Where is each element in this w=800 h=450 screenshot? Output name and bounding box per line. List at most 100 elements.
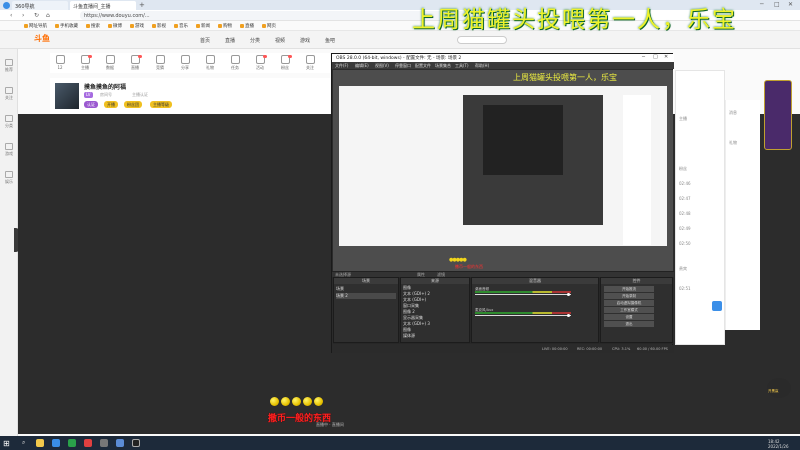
site-nav-item[interactable]: 分类 xyxy=(250,37,260,44)
bookmark-item[interactable]: 游戏 xyxy=(130,23,144,29)
bookmark-item[interactable]: 直播 xyxy=(240,23,254,29)
back-button[interactable]: ‹ xyxy=(10,12,12,19)
preview-overlay-title: 上周猫罐头投喂第一人，乐宝 xyxy=(513,73,617,82)
bookmark-item[interactable]: 影视 xyxy=(152,23,166,29)
toolbar-item[interactable]: 12 xyxy=(50,55,70,70)
obs-minimize-button[interactable]: ─ xyxy=(642,54,645,60)
badge-chip[interactable]: 开播 xyxy=(104,101,118,108)
menu-help[interactable]: 帮助(H) xyxy=(475,63,489,69)
toolbar-item[interactable]: 礼物 xyxy=(200,55,220,71)
start-button[interactable]: ⊞ xyxy=(3,439,10,448)
toolbar-item[interactable]: 粉丝 xyxy=(275,55,295,71)
volume-slider-knob[interactable] xyxy=(567,293,570,296)
new-tab-button[interactable]: + xyxy=(139,1,145,9)
browser-taskbar-icon[interactable] xyxy=(52,439,60,447)
toolbar-item[interactable]: 竞猜 xyxy=(150,55,170,71)
bookmark-item[interactable]: 新闻 xyxy=(196,23,210,29)
chat-timestamp: 02:49 xyxy=(679,226,691,231)
toolbar-item[interactable]: 关注 xyxy=(300,55,320,71)
maximize-button[interactable]: □ xyxy=(774,1,780,8)
start-recording-button[interactable]: 开始录制 xyxy=(604,293,654,299)
close-button[interactable]: ✕ xyxy=(788,1,793,8)
forward-button[interactable]: › xyxy=(22,12,24,19)
floating-game-badge[interactable] xyxy=(767,378,791,398)
virtual-camera-button[interactable]: 启动虚拟摄像机 xyxy=(604,300,654,306)
home-button[interactable]: ⌂ xyxy=(46,12,50,19)
rail-item[interactable]: 关注 xyxy=(3,87,15,100)
bookmark-item[interactable]: 搜索 xyxy=(86,23,100,29)
toolbar-item[interactable]: 任务 xyxy=(225,55,245,71)
badge-chip[interactable]: 粉丝团 xyxy=(124,101,142,108)
bookmark-item[interactable]: 购物 xyxy=(218,23,232,29)
exit-button[interactable]: 退出 xyxy=(604,321,654,327)
rail-item[interactable]: 分类 xyxy=(3,115,15,128)
settings-button[interactable]: 设置 xyxy=(604,314,654,320)
tab-navigation[interactable]: 360导航 xyxy=(12,1,68,10)
send-button[interactable] xyxy=(712,301,722,311)
menu-profile[interactable]: 配置文件 xyxy=(415,63,431,69)
app-taskbar-icon[interactable] xyxy=(68,439,76,447)
obs-close-button[interactable]: ✕ xyxy=(664,54,668,60)
volume-slider-knob[interactable] xyxy=(567,314,570,317)
menu-file[interactable]: 文件(F) xyxy=(335,63,348,69)
cpu-usage: CPU: 3.1% xyxy=(612,347,631,351)
bookmark-item[interactable]: 网址导航 xyxy=(24,23,47,29)
chat-tab[interactable]: 消息 xyxy=(729,110,737,116)
streamer-avatar[interactable] xyxy=(55,83,79,109)
menu-docks[interactable]: 停靠窗口 xyxy=(395,63,411,69)
minimize-button[interactable]: ─ xyxy=(760,1,764,8)
refresh-button[interactable]: ↻ xyxy=(34,12,39,19)
bookmark-item[interactable]: 手机收藏 xyxy=(55,23,78,29)
chat-line: 粉丝 xyxy=(679,166,687,171)
menu-tools[interactable]: 工具(T) xyxy=(455,63,469,69)
bookmark-item[interactable]: 微博 xyxy=(108,23,122,29)
menu-scene-collection[interactable]: 场景集合 xyxy=(435,63,451,69)
stream-overlay-title: 上周猫罐头投喂第一人，乐宝 xyxy=(412,7,737,33)
coin-icon xyxy=(303,397,312,406)
obs-maximize-button[interactable]: □ xyxy=(653,54,658,60)
rail-item[interactable]: 推荐 xyxy=(3,59,15,72)
badge-chip[interactable]: 主播等级 xyxy=(150,101,172,108)
scene-item[interactable]: 场景 xyxy=(336,286,396,292)
obs-preview[interactable]: 上周猫罐头投喂第一人，乐宝 ●●●●● 撒币一般的东西 xyxy=(333,70,673,271)
rail-item[interactable]: 娱乐 xyxy=(3,171,15,184)
toolbar-item[interactable]: 分享 xyxy=(175,55,195,71)
site-search-input[interactable] xyxy=(457,36,507,44)
volume-slider[interactable] xyxy=(475,315,571,316)
scene-item[interactable]: 场景 2 xyxy=(336,293,396,299)
studio-mode-button[interactable]: 工作室模式 xyxy=(604,307,654,313)
taskbar-search-icon[interactable]: ⌕ xyxy=(22,439,25,447)
source-item[interactable]: 媒体源 xyxy=(403,333,467,339)
toolbar-item[interactable]: 数据 xyxy=(100,55,120,71)
file-explorer-icon[interactable] xyxy=(36,439,44,447)
obs-taskbar-icon[interactable] xyxy=(132,439,140,447)
scenes-dock: 场景 场景 场景 2 xyxy=(333,277,399,343)
rail-item[interactable]: 游戏 xyxy=(3,143,15,156)
site-nav-item[interactable]: 首页 xyxy=(200,37,210,44)
site-nav-item[interactable]: 视频 xyxy=(275,37,285,44)
site-nav-item[interactable]: 直播 xyxy=(225,37,235,44)
menu-edit[interactable]: 编辑(E) xyxy=(355,63,369,69)
mixer-channel: 麦克风/Aux xyxy=(475,308,587,318)
app-taskbar-icon[interactable] xyxy=(84,439,92,447)
douyu-logo[interactable]: 斗鱼 xyxy=(34,33,50,44)
site-nav-item[interactable]: 鱼吧 xyxy=(325,37,335,44)
site-nav-item[interactable]: 游戏 xyxy=(300,37,310,44)
app-taskbar-icon[interactable] xyxy=(100,439,108,447)
chat-tab[interactable]: 主播 xyxy=(679,116,687,122)
app-taskbar-icon[interactable] xyxy=(116,439,124,447)
volume-slider[interactable] xyxy=(475,294,571,295)
coin-row xyxy=(270,397,323,406)
chat-tab[interactable]: 礼物 xyxy=(729,140,737,146)
badge-chip[interactable]: 认证 xyxy=(84,101,98,108)
bookmark-item[interactable]: 网页 xyxy=(262,23,276,29)
toolbar-item[interactable]: 主播 xyxy=(75,55,95,71)
menu-view[interactable]: 视图(V) xyxy=(375,63,389,69)
rank-badge[interactable] xyxy=(764,80,792,150)
bookmark-item[interactable]: 音乐 xyxy=(174,23,188,29)
start-streaming-button[interactable]: 开始推流 xyxy=(604,286,654,292)
toolbar-item[interactable]: 活动 xyxy=(250,55,270,71)
tab-douyu[interactable]: 斗鱼直播间_主播 xyxy=(70,1,136,10)
chat-timestamp: 02:46 xyxy=(679,181,691,186)
toolbar-item[interactable]: 直播 xyxy=(125,55,145,71)
